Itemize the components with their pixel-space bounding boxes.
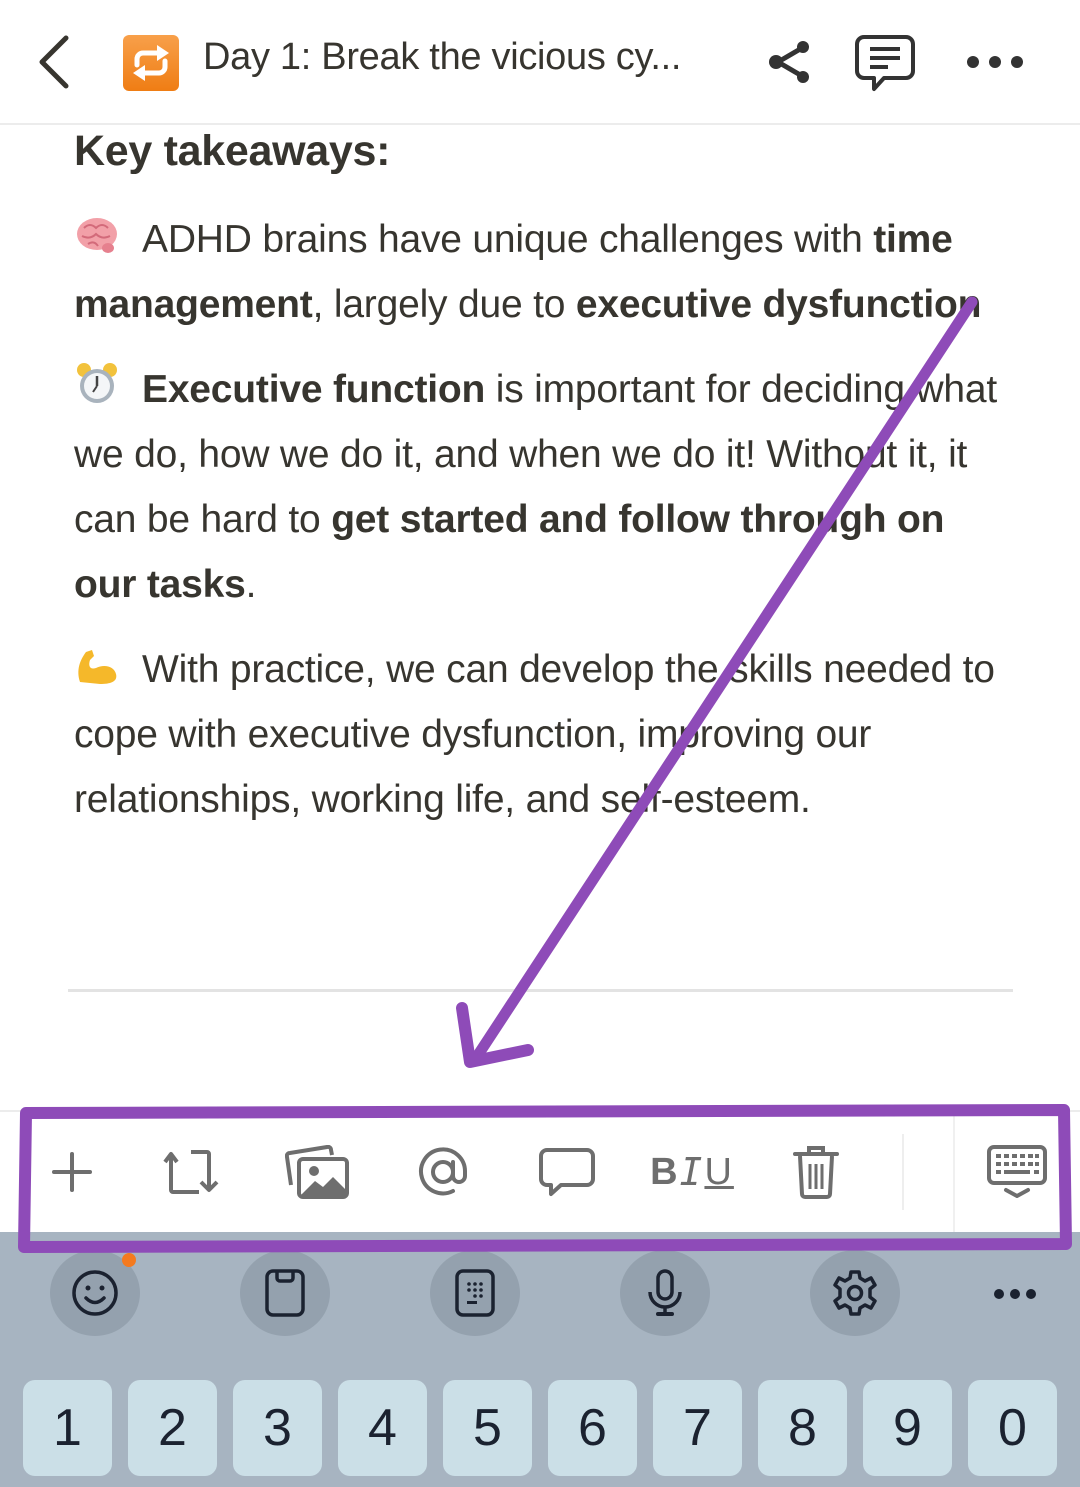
text-segment: With practice, we can develop the skills… [74, 648, 995, 821]
toolbar-separator [953, 1112, 955, 1234]
share-button[interactable] [762, 34, 818, 90]
voice-input-key[interactable] [620, 1250, 710, 1336]
keyboard-hide-icon [987, 1145, 1047, 1198]
alarm-clock-emoji-icon [74, 361, 122, 405]
settings-icon [833, 1270, 877, 1316]
image-icon [285, 1145, 349, 1199]
keyboard-more-button[interactable] [975, 1272, 1055, 1316]
italic-glyph: I [679, 1150, 705, 1194]
key-5[interactable]: 5 [443, 1380, 532, 1476]
more-icon [994, 1289, 1036, 1299]
add-comment-button[interactable] [531, 1136, 603, 1208]
text-style-button[interactable]: BIU [644, 1136, 740, 1208]
key-1[interactable]: 1 [23, 1380, 112, 1476]
hide-keyboard-button[interactable] [982, 1136, 1052, 1208]
top-app-bar: Day 1: Break the vicious cy... [0, 0, 1080, 125]
insert-image-button[interactable] [282, 1136, 354, 1208]
editor-toolbar: BIU [0, 1110, 1080, 1234]
page-content: Key takeaways: ADHD brains have unique c… [74, 125, 1014, 832]
key-7[interactable]: 7 [653, 1380, 742, 1476]
bold-glyph: B [650, 1150, 680, 1193]
toolbar-separator [902, 1134, 904, 1210]
paragraph-with-practice[interactable]: With practice, we can develop the skills… [74, 637, 1014, 832]
paragraph-time-management[interactable]: ADHD brains have unique challenges with … [74, 207, 1014, 337]
trash-icon [793, 1146, 839, 1199]
more-icon [967, 56, 1023, 68]
annotation-arrow-head [456, 1002, 534, 1068]
emoji-icon [72, 1270, 118, 1316]
page-title[interactable]: Day 1: Break the vicious cy... [203, 36, 681, 79]
text-bold: Executive function [142, 368, 486, 411]
mention-button[interactable] [407, 1136, 479, 1208]
text-bold: executive dysfunction [575, 283, 982, 326]
microphone-icon [648, 1269, 682, 1316]
plus-icon [52, 1152, 92, 1192]
keyboard-settings-key[interactable] [810, 1250, 900, 1336]
flexed-biceps-emoji-icon [74, 641, 122, 685]
comments-button[interactable] [852, 32, 918, 94]
turn-into-button[interactable] [158, 1136, 230, 1208]
key-8[interactable]: 8 [758, 1380, 847, 1476]
comment-bubble-icon [539, 1148, 595, 1196]
divider [68, 989, 1013, 992]
key-6[interactable]: 6 [548, 1380, 637, 1476]
share-icon [769, 41, 809, 83]
key-9[interactable]: 9 [863, 1380, 952, 1476]
key-0[interactable]: 0 [968, 1380, 1057, 1476]
turn-into-icon [163, 1150, 219, 1194]
more-button[interactable] [958, 40, 1032, 84]
underline-glyph: U [704, 1150, 734, 1193]
chevron-left-icon [39, 35, 69, 89]
key-4[interactable]: 4 [338, 1380, 427, 1476]
add-block-button[interactable] [36, 1136, 108, 1208]
page-icon[interactable] [123, 35, 179, 91]
keypad-icon [455, 1269, 495, 1317]
brain-emoji-icon [74, 211, 122, 255]
key-2[interactable]: 2 [128, 1380, 217, 1476]
paragraph-executive-function[interactable]: Executive function is important for deci… [74, 357, 1014, 617]
clipboard-key[interactable] [240, 1250, 330, 1336]
keypad-key[interactable] [430, 1250, 520, 1336]
heading-key-takeaways[interactable]: Key takeaways: [74, 125, 1014, 187]
key-3[interactable]: 3 [233, 1380, 322, 1476]
at-icon [419, 1147, 468, 1196]
delete-block-button[interactable] [780, 1136, 852, 1208]
notification-dot [122, 1253, 136, 1267]
text-segment: ADHD brains have unique challenges with [142, 218, 874, 261]
text-segment: . [245, 563, 257, 606]
text-segment: , largely due to [312, 283, 576, 326]
clipboard-icon [265, 1269, 305, 1317]
back-button[interactable] [22, 28, 86, 96]
comment-icon [855, 35, 915, 91]
repeat-arrows-icon [133, 45, 169, 81]
